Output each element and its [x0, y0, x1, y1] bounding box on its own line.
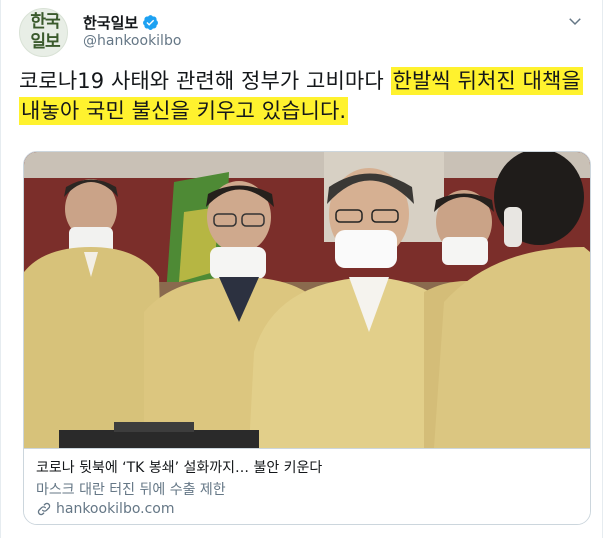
card-title: 코로나 뒷북에 ‘TK 봉쇄’ 설화까지… 불안 키운다: [36, 460, 323, 476]
card-domain: hankookilbo.com: [56, 501, 175, 517]
card-meta[interactable]: 코로나 뒷북에 ‘TK 봉쇄’ 설화까지… 불안 키운다 마스크 대란 터진 뒤…: [24, 448, 590, 524]
card-domain-row: hankookilbo.com: [36, 501, 175, 517]
verified-badge-icon: [143, 15, 159, 30]
news-photo: [24, 152, 590, 448]
display-name[interactable]: 한국일보: [83, 12, 138, 33]
avatar-logo: 한국 일보: [30, 12, 60, 52]
tweet-container: 한국 일보 한국일보 @hankookilbo 코로나19 사태와 관련해 정부…: [0, 0, 603, 538]
card-image[interactable]: [24, 152, 590, 448]
card-description: 마스크 대란 터진 뒤에 수출 제한: [36, 482, 226, 498]
chevron-down-icon[interactable]: [566, 12, 584, 30]
handle[interactable]: @hankookilbo: [83, 33, 181, 49]
name-row: 한국일보: [83, 12, 159, 33]
link-card[interactable]: 코로나 뒷북에 ‘TK 봉쇄’ 설화까지… 불안 키운다 마스크 대란 터진 뒤…: [23, 151, 591, 525]
tweet-text-plain: 코로나19 사태와 관련해 정부가 고비마다: [19, 69, 391, 93]
link-icon: [37, 502, 51, 516]
avatar[interactable]: 한국 일보: [19, 8, 68, 57]
tweet-text: 코로나19 사태와 관련해 정부가 고비마다 한발씩 뒤처진 대책을 내놓아 국…: [19, 66, 591, 126]
tweet-header: 한국 일보 한국일보 @hankookilbo: [19, 8, 588, 57]
